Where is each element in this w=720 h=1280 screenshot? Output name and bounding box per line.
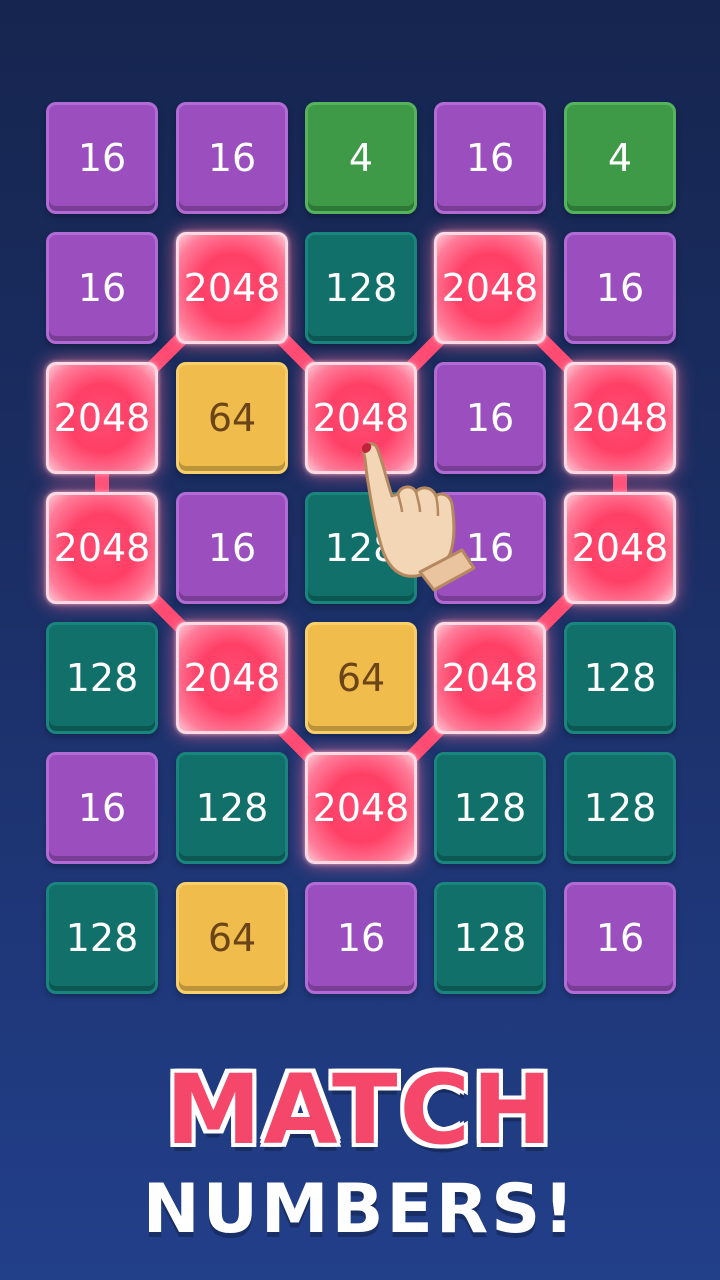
tile-64[interactable]: 64 — [176, 882, 288, 994]
tile-16[interactable]: 16 — [176, 102, 288, 214]
tile-128[interactable]: 128 — [434, 752, 546, 864]
tile-value: 2048 — [312, 396, 410, 440]
title-numbers: NUMBERS! — [142, 1170, 578, 1249]
tile-16[interactable]: 16 — [46, 232, 158, 344]
tile-16[interactable]: 16 — [305, 882, 417, 994]
tile-value: 64 — [336, 656, 386, 700]
tile-value: 4 — [607, 136, 633, 180]
tile-value: 16 — [465, 526, 515, 570]
tile-value: 64 — [207, 916, 257, 960]
tile-value: 128 — [583, 786, 657, 830]
tile-16[interactable]: 16 — [46, 102, 158, 214]
tile-value: 2048 — [441, 656, 539, 700]
tile-16[interactable]: 16 — [176, 492, 288, 604]
tile-value: 16 — [77, 266, 127, 310]
tile-value: 2048 — [183, 656, 281, 700]
tile-2048[interactable]: 2048 — [176, 622, 288, 734]
tile-64[interactable]: 64 — [176, 362, 288, 474]
tile-value: 128 — [195, 786, 269, 830]
tile-128[interactable]: 128 — [176, 752, 288, 864]
tile-value: 128 — [324, 266, 398, 310]
game-board: 16 16 4 16 4 16 2048 128 2048 16 2048 64 2048 16 2048 2… — [0, 0, 720, 1020]
tile-2048[interactable]: 2048 — [564, 492, 676, 604]
tile-2048[interactable]: 2048 — [564, 362, 676, 474]
tile-2048[interactable]: 2048 — [176, 232, 288, 344]
tile-value: 16 — [465, 396, 515, 440]
tile-16[interactable]: 16 — [434, 492, 546, 604]
tile-2048[interactable]: 2048 — [305, 752, 417, 864]
tile-value: 16 — [465, 136, 515, 180]
tile-128[interactable]: 128 — [305, 492, 417, 604]
tile-16[interactable]: 16 — [564, 232, 676, 344]
tile-value: 16 — [595, 916, 645, 960]
tile-value: 2048 — [53, 526, 151, 570]
tile-value: 128 — [453, 916, 527, 960]
tile-value: 128 — [324, 526, 398, 570]
tile-2048[interactable]: 2048 — [46, 492, 158, 604]
tile-value: 2048 — [53, 396, 151, 440]
tile-value: 2048 — [571, 396, 669, 440]
tile-64[interactable]: 64 — [305, 622, 417, 734]
tile-value: 16 — [77, 786, 127, 830]
tile-value: 2048 — [183, 266, 281, 310]
tile-value: 128 — [65, 916, 139, 960]
tile-value: 128 — [583, 656, 657, 700]
tile-value: 128 — [65, 656, 139, 700]
tile-value: 16 — [595, 266, 645, 310]
tile-2048[interactable]: 2048 — [305, 362, 417, 474]
tile-value: 128 — [453, 786, 527, 830]
tile-16[interactable]: 16 — [434, 102, 546, 214]
tile-128[interactable]: 128 — [564, 622, 676, 734]
tile-16[interactable]: 16 — [46, 752, 158, 864]
tile-value: 16 — [77, 136, 127, 180]
tile-value: 2048 — [441, 266, 539, 310]
tile-value: 64 — [207, 396, 257, 440]
title-match: MATCH — [165, 1054, 555, 1166]
tile-128[interactable]: 128 — [46, 882, 158, 994]
tile-2048[interactable]: 2048 — [434, 622, 546, 734]
tile-value: 2048 — [571, 526, 669, 570]
tile-value: 4 — [348, 136, 374, 180]
tile-128[interactable]: 128 — [564, 752, 676, 864]
tile-value: 16 — [336, 916, 386, 960]
tile-128[interactable]: 128 — [434, 882, 546, 994]
tile-128[interactable]: 128 — [46, 622, 158, 734]
tile-128[interactable]: 128 — [305, 232, 417, 344]
tile-value: 16 — [207, 526, 257, 570]
tile-4[interactable]: 4 — [305, 102, 417, 214]
tile-16[interactable]: 16 — [434, 362, 546, 474]
tile-2048[interactable]: 2048 — [46, 362, 158, 474]
tile-16[interactable]: 16 — [564, 882, 676, 994]
tile-value: 16 — [207, 136, 257, 180]
tile-4[interactable]: 4 — [564, 102, 676, 214]
tile-2048[interactable]: 2048 — [434, 232, 546, 344]
tile-value: 2048 — [312, 786, 410, 830]
